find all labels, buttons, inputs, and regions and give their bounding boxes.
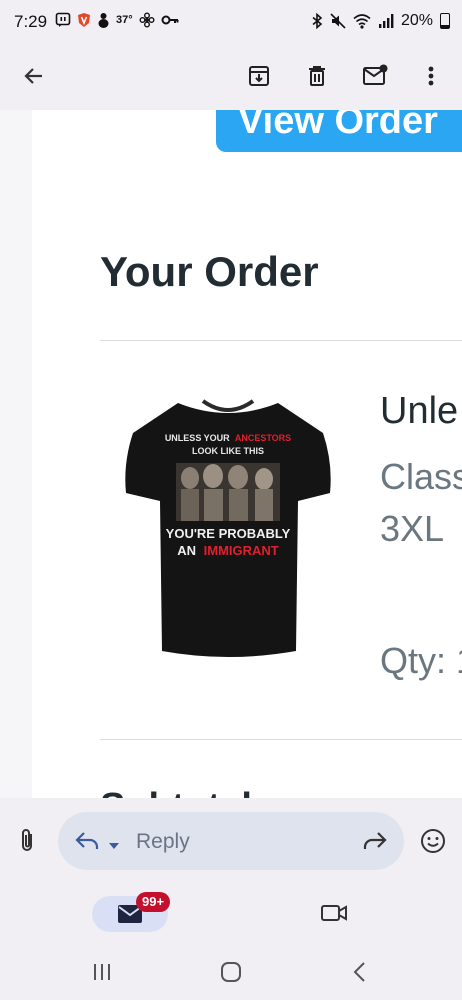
divider-bottom: [100, 739, 462, 740]
subtotal-label: Subtotal: [100, 786, 252, 798]
reply-icon[interactable]: [74, 831, 100, 856]
bottom-navigation: 99+: [0, 884, 462, 946]
battery-percent: 20%: [400, 12, 433, 29]
order-heading: Your Order: [100, 248, 319, 295]
system-navigation-bar: [0, 946, 462, 1000]
product-name[interactable]: Unle: [380, 390, 458, 433]
back-nav-icon[interactable]: [352, 961, 368, 988]
reply-field[interactable]: Reply: [58, 812, 404, 870]
back-arrow-icon[interactable]: [16, 58, 52, 94]
reply-options-dropdown-icon[interactable]: [108, 837, 120, 855]
product-size: 3XL: [380, 508, 445, 549]
fan-icon: [139, 12, 155, 28]
reply-bar: Reply: [0, 798, 462, 884]
battery-icon: [440, 13, 450, 29]
bluetooth-icon: [312, 13, 323, 29]
shirt-photo-figures: [176, 463, 280, 521]
hand-icon: [98, 13, 109, 28]
mute-icon: [330, 13, 346, 29]
view-order-button[interactable]: View Order: [216, 110, 462, 152]
product-variant: Class: [380, 456, 462, 497]
mark-unread-icon[interactable]: [357, 58, 393, 94]
mail-unread-badge: 99+: [136, 892, 171, 912]
key-icon: [161, 15, 179, 25]
status-right-icons: 20%: [311, 12, 450, 30]
shirt-text-line1a: UNLESS YOUR: [165, 433, 230, 443]
divider-top: [100, 340, 462, 341]
shirt-text-line4a: AN: [177, 543, 196, 558]
shirt-text-line2: LOOK LIKE THIS: [192, 446, 264, 456]
shirt-text-line1b: ANCESTORS: [235, 433, 291, 443]
video-meet-icon[interactable]: [320, 902, 348, 929]
more-icon[interactable]: [413, 58, 449, 94]
vpn-icon: [78, 13, 90, 27]
emoji-icon[interactable]: [420, 828, 446, 859]
delete-icon[interactable]: [299, 58, 335, 94]
product-quantity: Qty: 1: [380, 640, 462, 681]
signal-icon: [378, 14, 394, 28]
archive-icon[interactable]: [241, 58, 277, 94]
status-left-icons: 37°: [55, 12, 179, 28]
status-bar: 7:29 37° 20%: [0, 0, 462, 44]
home-icon[interactable]: [220, 961, 242, 988]
shirt-text-line4b: IMMIGRANT: [204, 543, 279, 558]
forward-icon[interactable]: [362, 831, 388, 856]
status-time: 7:29: [14, 12, 48, 31]
t-shirt-image[interactable]: UNLESS YOUR ANCESTORS LOOK LIKE THIS YOU…: [118, 393, 338, 663]
attachment-icon[interactable]: [16, 827, 40, 860]
wifi-icon: [353, 14, 371, 29]
recent-apps-icon[interactable]: [91, 962, 113, 987]
messenger-icon: [55, 12, 71, 27]
svg-text:AN IMMIGRANT: AN IMMIGRANT: [177, 543, 279, 558]
reply-placeholder[interactable]: Reply: [136, 830, 190, 854]
shirt-text-line3: YOU'RE PROBABLY: [166, 526, 291, 541]
svg-text:UNLESS YOUR ANCESTORS: UNLESS YOUR ANCESTORS: [165, 433, 291, 443]
email-body: View Order Your Order UNLESS YOUR ANCEST…: [0, 110, 462, 798]
status-temperature: 37°: [116, 14, 133, 26]
email-toolbar: [0, 44, 462, 110]
